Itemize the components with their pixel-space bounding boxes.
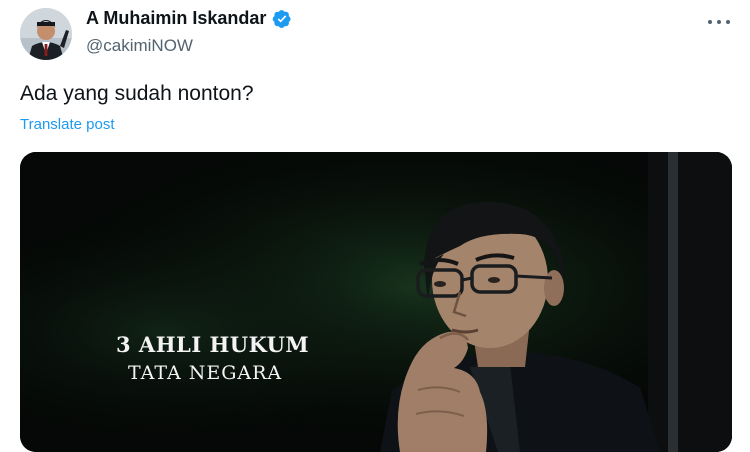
media-photo [20,152,732,452]
display-name[interactable]: A Muhaimin Iskandar [86,8,266,29]
post-card: A Muhaimin Iskandar @cakimiNOW Ada yang … [0,0,750,452]
author-name-row: A Muhaimin Iskandar [86,8,292,29]
user-handle[interactable]: @cakimiNOW [86,36,193,56]
post-text: Ada yang sudah nonton? [20,82,254,105]
verified-badge-icon [272,9,292,29]
post-media-image[interactable]: 3 AHLI HUKUM TATA NEGARA [20,152,732,452]
media-overlay-subtitle: TATA NEGARA [128,362,283,384]
translate-post-link[interactable]: Translate post [20,116,115,133]
avatar[interactable] [20,8,72,60]
more-options-icon[interactable] [708,14,730,30]
avatar-image [20,8,72,60]
media-overlay-title: 3 AHLI HUKUM [116,332,310,357]
